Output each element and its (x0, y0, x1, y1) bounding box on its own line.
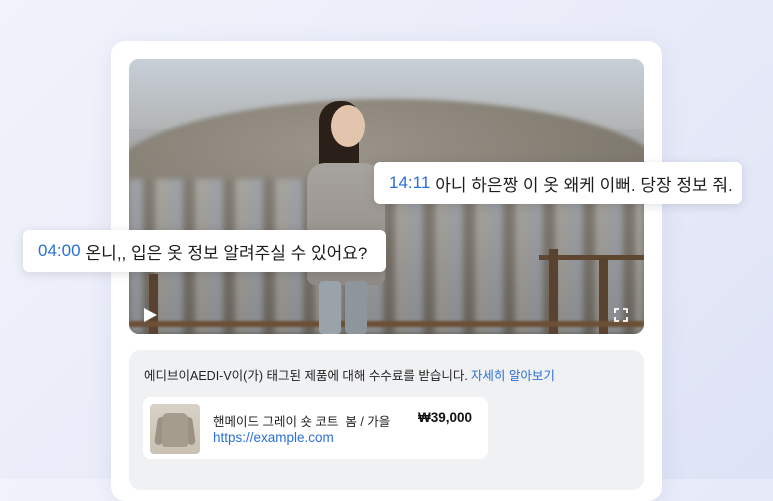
play-icon[interactable] (144, 308, 157, 322)
caption-timestamp[interactable]: 04:00 (38, 241, 81, 261)
caption-text: 아니 하은짱 이 옷 왜케 이뻐. 당장 정보 줘. (435, 175, 733, 195)
product-price: ₩39,000 (418, 410, 473, 425)
fullscreen-icon[interactable] (614, 308, 628, 322)
commission-disclosure: 에디브이AEDI-V이(가) 태그된 제품에 대해 수수료를 받습니다. 자세히 … (144, 365, 555, 384)
caption-text: 온니,, 입은 옷 정보 알려주실 수 있어요? (85, 243, 368, 263)
caption-bubble: 14:11 아니 하은짱 이 옷 왜케 이뻐. 당장 정보 줘. (374, 162, 742, 204)
product-link[interactable]: https://example.com (213, 430, 334, 445)
learn-more-link[interactable]: 자세히 알아보기 (471, 369, 555, 383)
product-thumbnail[interactable] (150, 404, 200, 454)
product-name: 핸메이드 그레이 숏 코트 봄 / 가을 (213, 415, 391, 429)
caption-timestamp[interactable]: 14:11 (389, 173, 430, 193)
video-person (289, 101, 399, 334)
disclosure-text: 에디브이AEDI-V이(가) 태그된 제품에 대해 수수료를 받습니다. (144, 369, 468, 383)
caption-bubble: 04:00 온니,, 입은 옷 정보 알려주실 수 있어요? (23, 230, 386, 272)
